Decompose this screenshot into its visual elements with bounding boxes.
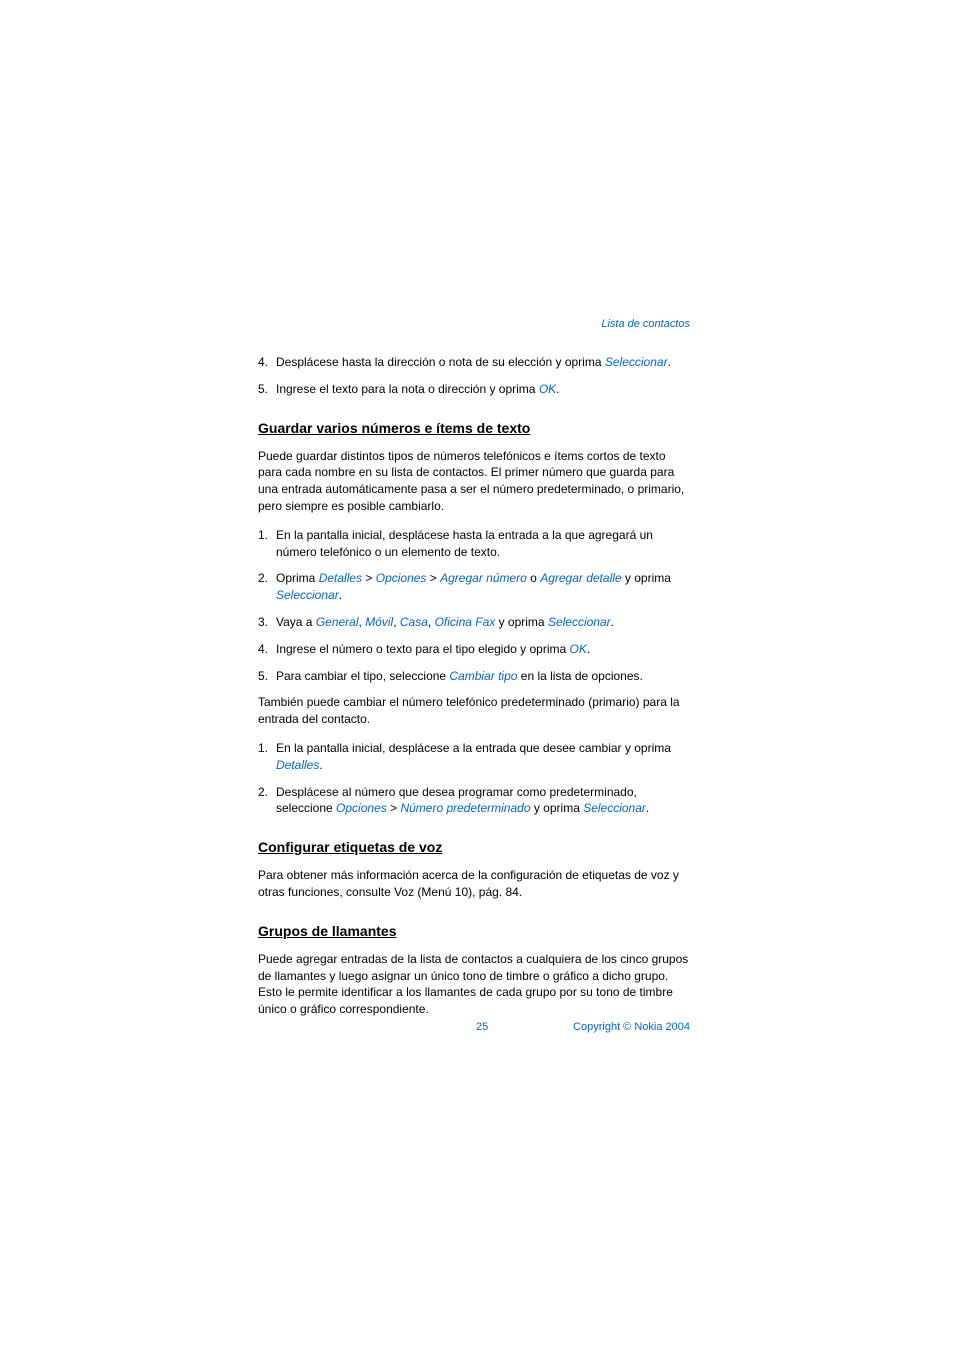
ui-term: Detalles — [276, 758, 319, 772]
list-text: Para cambiar el tipo, seleccione Cambiar… — [276, 668, 690, 685]
ui-term: OK — [539, 382, 556, 396]
ui-term: Agregar detalle — [540, 571, 621, 585]
list-number: 5. — [258, 381, 276, 398]
list-item: 3. Vaya a General, Móvil, Casa, Oficina … — [258, 614, 690, 631]
list-number: 1. — [258, 527, 276, 561]
page-footer: 25 Copyright © Nokia 2004 — [258, 1021, 690, 1033]
list-number: 3. — [258, 614, 276, 631]
copyright-text: Copyright © Nokia 2004 — [573, 1021, 690, 1033]
list-number: 4. — [258, 354, 276, 371]
list-text: Oprima Detalles > Opciones > Agregar núm… — [276, 570, 690, 604]
list-item: 2. Oprima Detalles > Opciones > Agregar … — [258, 570, 690, 604]
ui-term: Opciones — [376, 571, 427, 585]
list-text: Desplácese al número que desea programar… — [276, 784, 690, 818]
list-item: 1. En la pantalla inicial, desplácese a … — [258, 740, 690, 774]
list-item: 4. Desplácese hasta la dirección o nota … — [258, 354, 690, 371]
ui-term: Casa — [400, 615, 428, 629]
section-heading: Configurar etiquetas de voz — [258, 839, 690, 855]
ui-term: Móvil — [365, 615, 393, 629]
section-heading: Guardar varios números e ítems de texto — [258, 420, 690, 436]
page-number: 25 — [476, 1021, 488, 1033]
list-number: 5. — [258, 668, 276, 685]
ui-term: Seleccionar — [583, 801, 646, 815]
body-paragraph: También puede cambiar el número telefóni… — [258, 694, 690, 728]
list-number: 2. — [258, 570, 276, 604]
ui-term: General — [316, 615, 359, 629]
section-heading: Grupos de llamantes — [258, 923, 690, 939]
body-paragraph: Puede agregar entradas de la lista de co… — [258, 951, 690, 1018]
ui-term: Seleccionar — [276, 588, 339, 602]
list-text: Ingrese el texto para la nota o direcció… — [276, 381, 690, 398]
ui-term: Agregar número — [440, 571, 527, 585]
list-number: 2. — [258, 784, 276, 818]
list-text: Desplácese hasta la dirección o nota de … — [276, 354, 690, 371]
ui-term: Oficina Fax — [435, 615, 496, 629]
header-section-label: Lista de contactos — [258, 318, 690, 330]
list-item: 1. En la pantalla inicial, desplácese ha… — [258, 527, 690, 561]
list-text: Ingrese el número o texto para el tipo e… — [276, 641, 690, 658]
list-item: 4. Ingrese el número o texto para el tip… — [258, 641, 690, 658]
list-text: En la pantalla inicial, desplácese hasta… — [276, 527, 690, 561]
ui-term: Seleccionar — [548, 615, 611, 629]
ui-term: Cambiar tipo — [449, 669, 517, 683]
list-text: En la pantalla inicial, desplácese a la … — [276, 740, 690, 774]
ui-term: Opciones — [336, 801, 387, 815]
body-paragraph: Para obtener más información acerca de l… — [258, 867, 690, 901]
list-item: 2. Desplácese al número que desea progra… — [258, 784, 690, 818]
list-text: Vaya a General, Móvil, Casa, Oficina Fax… — [276, 614, 690, 631]
page-content: Lista de contactos 4. Desplácese hasta l… — [258, 318, 690, 1030]
body-paragraph: Puede guardar distintos tipos de números… — [258, 448, 690, 515]
ui-term: Detalles — [319, 571, 362, 585]
list-item: 5. Ingrese el texto para la nota o direc… — [258, 381, 690, 398]
ui-term: Seleccionar — [605, 355, 668, 369]
list-number: 1. — [258, 740, 276, 774]
list-item: 5. Para cambiar el tipo, seleccione Camb… — [258, 668, 690, 685]
ui-term: OK — [570, 642, 587, 656]
ui-term: Número predeterminado — [400, 801, 530, 815]
list-number: 4. — [258, 641, 276, 658]
